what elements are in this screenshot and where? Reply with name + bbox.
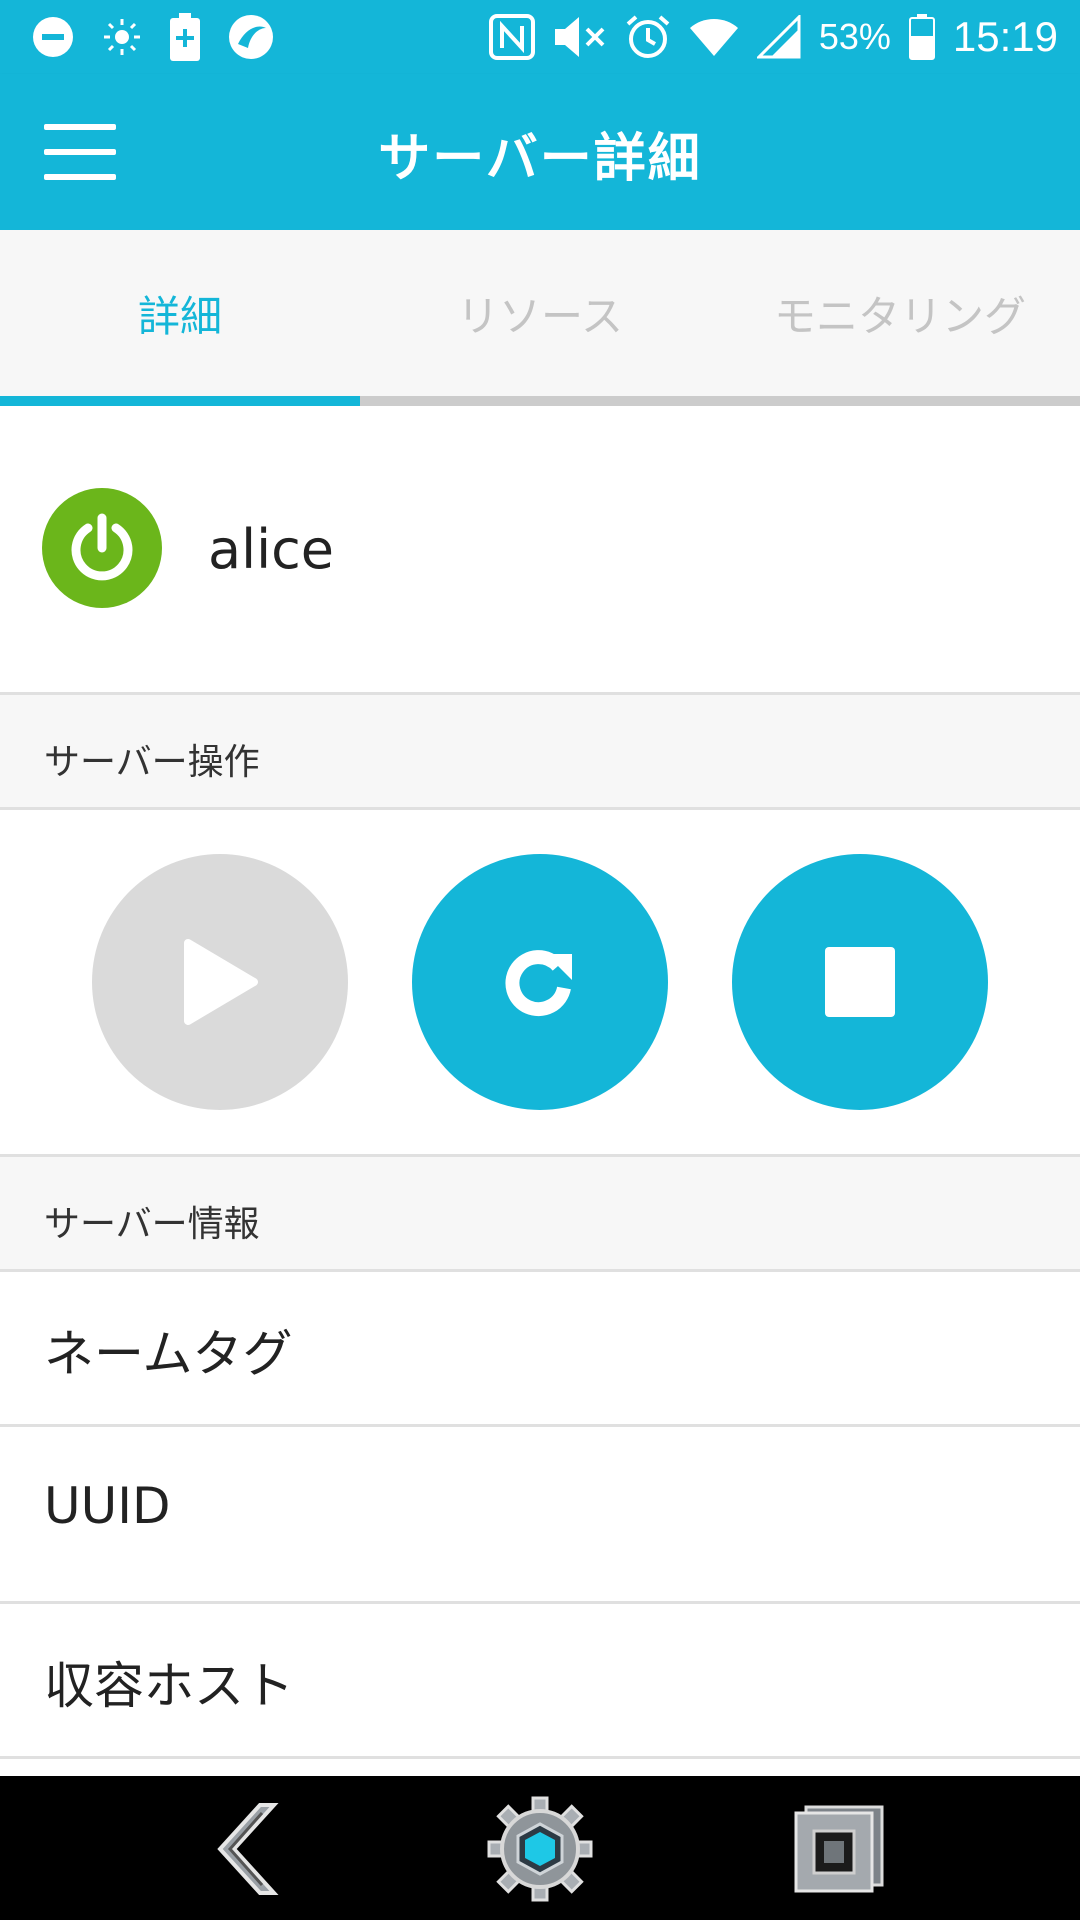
server-name: alice (208, 518, 335, 581)
signal-icon (756, 15, 801, 59)
start-button[interactable] (92, 854, 348, 1110)
server-header: alice (0, 406, 1080, 692)
tab-details[interactable]: 詳細 (0, 230, 360, 396)
restart-button[interactable] (412, 854, 668, 1110)
stop-button[interactable] (732, 854, 988, 1110)
info-item-uuid[interactable]: UUID (0, 1427, 1080, 1601)
section-header-operations: サーバー操作 (0, 695, 1080, 807)
navigation-bar (0, 1776, 1080, 1920)
power-icon (42, 488, 162, 608)
back-icon[interactable] (190, 1794, 300, 1904)
info-label: UUID (44, 1477, 171, 1535)
tab-indicator (0, 396, 360, 406)
wifi-icon (689, 16, 739, 58)
app-bar: サーバー詳細 (0, 74, 1080, 230)
app-icon (228, 14, 274, 60)
section-title-info: サーバー情報 (44, 1204, 260, 1245)
recents-icon[interactable] (785, 1794, 895, 1904)
alarm-icon (625, 14, 671, 60)
battery-saver-icon (170, 13, 200, 61)
nfc-icon (488, 14, 535, 60)
restart-icon (505, 950, 572, 1017)
divider (0, 807, 1080, 810)
battery-icon (908, 14, 935, 60)
stop-icon (825, 947, 895, 1017)
info-label: 収容ホスト (44, 1657, 294, 1715)
info-item-host[interactable]: 収容ホスト (0, 1604, 1080, 1756)
section-title-operations: サーバー操作 (44, 742, 260, 783)
tab-monitoring[interactable]: モニタリング (720, 230, 1080, 396)
mute-icon (553, 15, 607, 59)
info-item-nametag[interactable]: ネームタグ (0, 1272, 1080, 1424)
home-icon[interactable] (485, 1794, 595, 1904)
info-label: ネームタグ (44, 1325, 293, 1383)
server-actions (0, 812, 1080, 1154)
section-header-info: サーバー情報 (0, 1157, 1080, 1269)
brightness-icon (102, 17, 142, 57)
page-title: サーバー詳細 (378, 129, 702, 189)
status-bar: 53% 15:19 (0, 0, 1080, 74)
tab-resources[interactable]: リソース (360, 230, 720, 396)
do-not-disturb-icon (32, 16, 74, 58)
tab-bar: 詳細 リソース モニタリング (0, 230, 1080, 406)
clock: 15:19 (952, 13, 1058, 60)
play-icon (184, 939, 258, 1025)
divider (0, 1756, 1080, 1759)
battery-percent: 53% (818, 16, 891, 57)
